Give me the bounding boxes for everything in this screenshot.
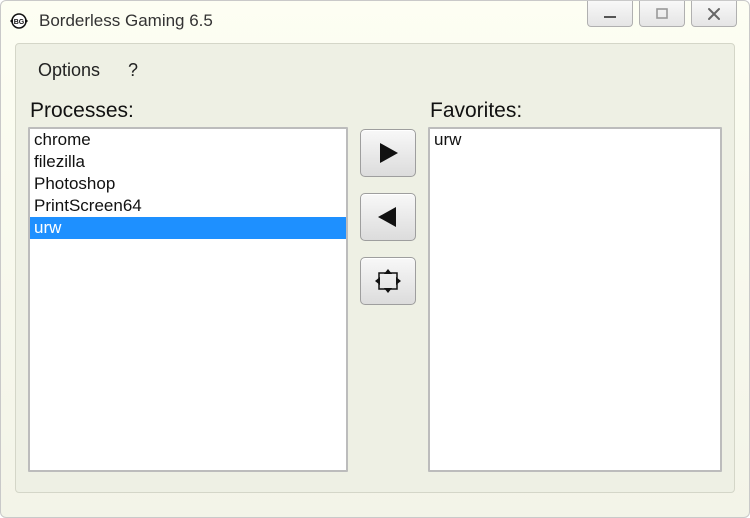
list-item[interactable]: Photoshop	[30, 173, 346, 195]
processes-panel: Processes: chromefilezillaPhotoshopPrint…	[28, 99, 348, 472]
add-to-favorites-button[interactable]	[360, 129, 416, 177]
menu-help[interactable]: ?	[128, 60, 138, 81]
favorites-label: Favorites:	[430, 99, 722, 123]
app-icon: BG	[9, 11, 29, 31]
processes-listbox[interactable]: chromefilezillaPhotoshopPrintScreen64urw	[28, 127, 348, 472]
list-item[interactable]: chrome	[30, 129, 346, 151]
svg-text:BG: BG	[14, 19, 25, 26]
processes-label: Processes:	[30, 99, 348, 123]
close-button[interactable]	[691, 1, 737, 27]
window-title: Borderless Gaming 6.5	[39, 11, 213, 31]
titlebar[interactable]: BG Borderless Gaming 6.5	[1, 1, 749, 41]
menu-options[interactable]: Options	[38, 60, 100, 81]
window-controls	[587, 1, 737, 27]
borderless-button[interactable]	[360, 257, 416, 305]
list-item[interactable]: urw	[430, 129, 720, 151]
app-window: BG Borderless Gaming 6.5 Options ? P	[0, 0, 750, 518]
list-item[interactable]: filezilla	[30, 151, 346, 173]
maximize-button[interactable]	[639, 1, 685, 27]
minimize-button[interactable]	[587, 1, 633, 27]
remove-from-favorites-button[interactable]	[360, 193, 416, 241]
list-item[interactable]: PrintScreen64	[30, 195, 346, 217]
panels: Processes: chromefilezillaPhotoshopPrint…	[28, 99, 722, 472]
content-frame: Options ? Processes: chromefilezillaPhot…	[15, 43, 735, 493]
favorites-listbox[interactable]: urw	[428, 127, 722, 472]
list-item[interactable]: urw	[30, 217, 346, 239]
transfer-buttons	[348, 99, 428, 472]
favorites-panel: Favorites: urw	[428, 99, 722, 472]
menubar: Options ?	[28, 54, 722, 99]
